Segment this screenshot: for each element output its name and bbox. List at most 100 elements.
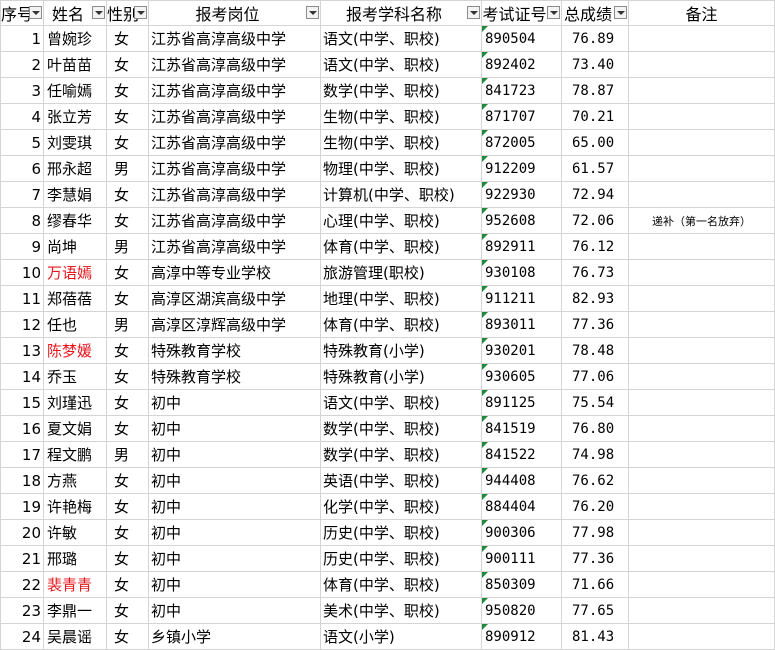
name-cell[interactable]: 叶苗苗	[43, 51, 107, 78]
subject-cell[interactable]: 数学(中学、职校)	[320, 441, 482, 468]
remark-cell[interactable]	[628, 519, 775, 546]
gender-cell[interactable]: 女	[106, 519, 149, 546]
row-number-cell[interactable]: 12	[0, 311, 44, 338]
name-cell[interactable]: 陈梦媛	[43, 337, 107, 364]
remark-cell[interactable]	[628, 545, 775, 572]
remark-cell[interactable]	[628, 623, 775, 650]
exam-number-cell[interactable]: 893011	[481, 311, 562, 338]
row-number-cell[interactable]: 7	[0, 181, 44, 208]
position-cell[interactable]: 初中	[148, 415, 321, 442]
gender-cell[interactable]: 男	[106, 441, 149, 468]
remark-cell[interactable]	[628, 363, 775, 390]
position-cell[interactable]: 初中	[148, 389, 321, 416]
row-number-cell[interactable]: 22	[0, 571, 44, 598]
exam-number-cell[interactable]: 930108	[481, 259, 562, 286]
total-score-cell[interactable]: 76.73	[561, 259, 629, 286]
position-cell[interactable]: 初中	[148, 545, 321, 572]
name-cell[interactable]: 任也	[43, 311, 107, 338]
remark-cell[interactable]	[628, 311, 775, 338]
total-score-cell[interactable]: 77.36	[561, 545, 629, 572]
total-score-cell[interactable]: 61.57	[561, 155, 629, 182]
position-cell[interactable]: 初中	[148, 441, 321, 468]
gender-cell[interactable]: 男	[106, 155, 149, 182]
remark-cell[interactable]	[628, 103, 775, 130]
gender-cell[interactable]: 女	[106, 467, 149, 494]
remark-cell[interactable]	[628, 51, 775, 78]
total-score-cell[interactable]: 77.98	[561, 519, 629, 546]
remark-cell[interactable]	[628, 181, 775, 208]
position-cell[interactable]: 江苏省高淳高级中学	[148, 233, 321, 260]
exam-number-cell[interactable]: 922930	[481, 181, 562, 208]
gender-cell[interactable]: 女	[106, 493, 149, 520]
subject-cell[interactable]: 物理(中学、职校)	[320, 155, 482, 182]
gender-cell[interactable]: 女	[106, 25, 149, 52]
remark-cell[interactable]	[628, 155, 775, 182]
row-number-cell[interactable]: 24	[0, 623, 44, 650]
subject-cell[interactable]: 旅游管理(职校)	[320, 259, 482, 286]
total-score-cell[interactable]: 78.48	[561, 337, 629, 364]
subject-cell[interactable]: 生物(中学、职校)	[320, 103, 482, 130]
row-number-cell[interactable]: 6	[0, 155, 44, 182]
total-score-cell[interactable]: 77.65	[561, 597, 629, 624]
name-cell[interactable]: 夏文娟	[43, 415, 107, 442]
row-number-cell[interactable]: 13	[0, 337, 44, 364]
row-number-cell[interactable]: 5	[0, 129, 44, 156]
name-cell[interactable]: 李鼎一	[43, 597, 107, 624]
exam-number-cell[interactable]: 891125	[481, 389, 562, 416]
exam-number-cell[interactable]: 841519	[481, 415, 562, 442]
remark-cell[interactable]	[628, 415, 775, 442]
exam-number-cell[interactable]: 841522	[481, 441, 562, 468]
row-number-cell[interactable]: 15	[0, 389, 44, 416]
position-cell[interactable]: 特殊教育学校	[148, 363, 321, 390]
position-cell[interactable]: 江苏省高淳高级中学	[148, 181, 321, 208]
subject-cell[interactable]: 特殊教育(小学)	[320, 337, 482, 364]
position-cell[interactable]: 高淳中等专业学校	[148, 259, 321, 286]
exam-number-cell[interactable]: 892402	[481, 51, 562, 78]
gender-cell[interactable]: 女	[106, 181, 149, 208]
exam-number-cell[interactable]: 930201	[481, 337, 562, 364]
remark-cell[interactable]	[628, 233, 775, 260]
position-cell[interactable]: 江苏省高淳高级中学	[148, 51, 321, 78]
row-number-cell[interactable]: 23	[0, 597, 44, 624]
subject-cell[interactable]: 体育(中学、职校)	[320, 233, 482, 260]
exam-number-cell[interactable]: 892911	[481, 233, 562, 260]
total-score-cell[interactable]: 72.94	[561, 181, 629, 208]
name-cell[interactable]: 邢永超	[43, 155, 107, 182]
total-score-cell[interactable]: 75.54	[561, 389, 629, 416]
gender-cell[interactable]: 男	[106, 311, 149, 338]
subject-cell[interactable]: 英语(中学、职校)	[320, 467, 482, 494]
filter-dropdown-icon[interactable]	[467, 6, 480, 19]
name-cell[interactable]: 程文鹏	[43, 441, 107, 468]
gender-cell[interactable]: 女	[106, 415, 149, 442]
position-cell[interactable]: 初中	[148, 597, 321, 624]
remark-cell[interactable]	[628, 389, 775, 416]
total-score-cell[interactable]: 73.40	[561, 51, 629, 78]
position-cell[interactable]: 初中	[148, 571, 321, 598]
gender-cell[interactable]: 女	[106, 571, 149, 598]
position-cell[interactable]: 江苏省高淳高级中学	[148, 207, 321, 234]
exam-number-cell[interactable]: 871707	[481, 103, 562, 130]
position-cell[interactable]: 初中	[148, 493, 321, 520]
total-score-cell[interactable]: 76.80	[561, 415, 629, 442]
name-cell[interactable]: 万语嫣	[43, 259, 107, 286]
position-cell[interactable]: 初中	[148, 467, 321, 494]
gender-cell[interactable]: 女	[106, 77, 149, 104]
position-cell[interactable]: 江苏省高淳高级中学	[148, 25, 321, 52]
row-number-cell[interactable]: 11	[0, 285, 44, 312]
position-cell[interactable]: 江苏省高淳高级中学	[148, 129, 321, 156]
row-number-cell[interactable]: 20	[0, 519, 44, 546]
total-score-cell[interactable]: 71.66	[561, 571, 629, 598]
row-number-cell[interactable]: 10	[0, 259, 44, 286]
gender-cell[interactable]: 女	[106, 285, 149, 312]
name-cell[interactable]: 许艳梅	[43, 493, 107, 520]
name-cell[interactable]: 邢璐	[43, 545, 107, 572]
name-cell[interactable]: 李慧娟	[43, 181, 107, 208]
total-score-cell[interactable]: 77.06	[561, 363, 629, 390]
subject-cell[interactable]: 语文(小学)	[320, 623, 482, 650]
exam-number-cell[interactable]: 912209	[481, 155, 562, 182]
position-cell[interactable]: 高淳区湖滨高级中学	[148, 285, 321, 312]
exam-number-cell[interactable]: 911211	[481, 285, 562, 312]
row-number-cell[interactable]: 19	[0, 493, 44, 520]
position-cell[interactable]: 江苏省高淳高级中学	[148, 103, 321, 130]
name-cell[interactable]: 张立芳	[43, 103, 107, 130]
